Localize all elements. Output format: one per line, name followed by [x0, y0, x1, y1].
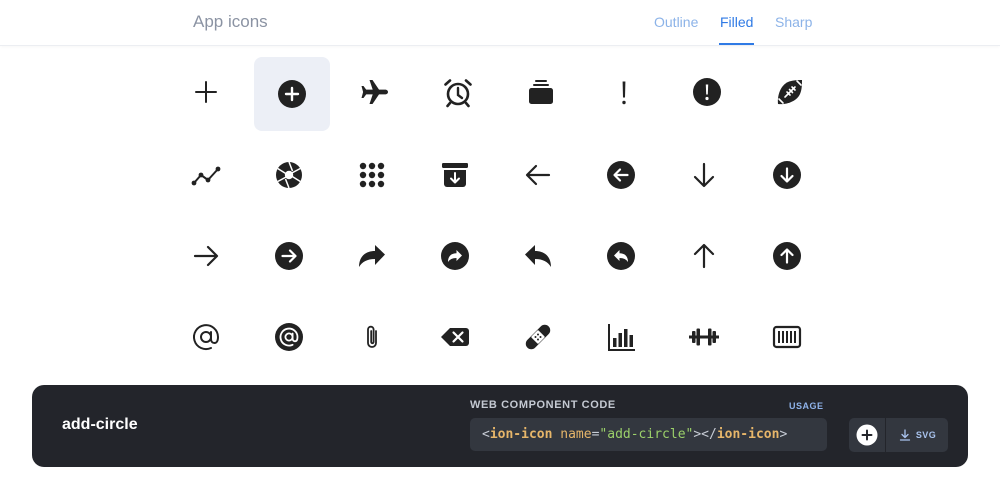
- barbell-icon[interactable]: [666, 300, 742, 374]
- arrow-up-icon[interactable]: [666, 219, 742, 293]
- selected-icon-name: add-circle: [62, 416, 138, 433]
- code-tag: ion-icon: [489, 427, 553, 442]
- add-circle-icon[interactable]: [254, 57, 330, 131]
- add-circle-icon: [856, 424, 878, 446]
- active-tab-indicator: [719, 43, 754, 45]
- attach-icon[interactable]: [334, 300, 410, 374]
- code-close-open: ></: [693, 427, 717, 442]
- apps-icon[interactable]: [334, 138, 410, 212]
- code-snippet[interactable]: <ion-icon name="add-circle"></ion-icon>: [470, 418, 827, 451]
- download-icon: [899, 429, 911, 441]
- arrow-down-icon[interactable]: [666, 138, 742, 212]
- arrow-down-circle-icon[interactable]: [749, 138, 825, 212]
- arrow-back-icon[interactable]: [500, 138, 576, 212]
- download-svg-button[interactable]: SVG: [887, 418, 948, 452]
- backspace-icon[interactable]: [417, 300, 493, 374]
- alarm-icon[interactable]: [420, 55, 496, 129]
- airplane-icon[interactable]: [337, 55, 413, 129]
- icon-preview-button[interactable]: [849, 418, 886, 452]
- archive-icon[interactable]: [417, 138, 493, 212]
- tab-sharp[interactable]: Sharp: [775, 14, 812, 30]
- arrow-redo-circle-icon[interactable]: [417, 219, 493, 293]
- icon-detail-panel: add-circle WEB COMPONENT CODE USAGE <ion…: [32, 385, 968, 467]
- aperture-icon[interactable]: [251, 138, 327, 212]
- arrow-forward-circle-icon[interactable]: [251, 219, 327, 293]
- tab-outline[interactable]: Outline: [654, 14, 698, 30]
- bar-chart-icon[interactable]: [583, 300, 659, 374]
- barcode-icon[interactable]: [749, 300, 825, 374]
- code-close-bracket: >: [779, 427, 788, 442]
- top-bar: App icons Outline Filled Sharp: [0, 0, 1000, 46]
- code-section-label: WEB COMPONENT CODE: [470, 399, 616, 411]
- action-buttons: SVG: [849, 418, 948, 452]
- bandage-icon[interactable]: [500, 300, 576, 374]
- albums-icon[interactable]: [503, 55, 579, 129]
- arrow-up-circle-icon[interactable]: [749, 219, 825, 293]
- american-football-icon[interactable]: [752, 55, 828, 129]
- page-title: App icons: [193, 12, 268, 31]
- code-close-tag: ion-icon: [716, 427, 780, 442]
- download-svg-label: SVG: [915, 430, 937, 440]
- analytics-icon[interactable]: [168, 138, 244, 212]
- alert-icon[interactable]: [586, 55, 662, 129]
- code-open-bracket: <: [482, 427, 490, 442]
- arrow-redo-icon[interactable]: [334, 219, 410, 293]
- arrow-back-circle-icon[interactable]: [583, 138, 659, 212]
- tab-filled[interactable]: Filled: [720, 14, 753, 30]
- add-icon[interactable]: [168, 55, 244, 129]
- code-attr: name: [560, 427, 592, 442]
- usage-link[interactable]: USAGE: [789, 401, 824, 411]
- arrow-undo-icon[interactable]: [500, 219, 576, 293]
- alert-circle-icon[interactable]: [669, 55, 745, 129]
- at-circle-icon[interactable]: [251, 300, 327, 374]
- at-icon[interactable]: [168, 300, 244, 374]
- arrow-forward-icon[interactable]: [168, 219, 244, 293]
- code-value: "add-circle": [599, 427, 694, 442]
- arrow-undo-circle-icon[interactable]: [583, 219, 659, 293]
